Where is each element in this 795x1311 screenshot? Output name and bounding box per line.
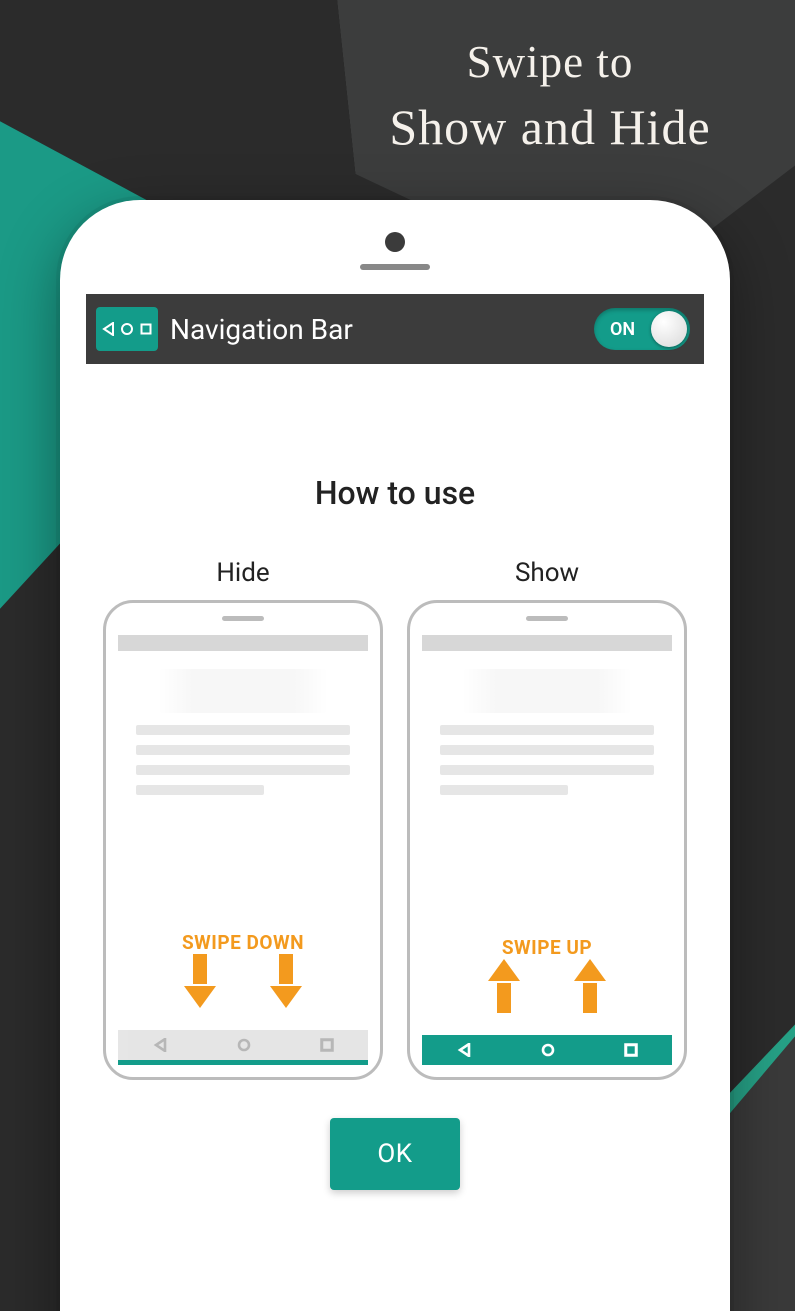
ok-button[interactable]: OK xyxy=(330,1118,460,1190)
swipe-up-label: SWIPE UP xyxy=(422,936,672,959)
app-title: Navigation Bar xyxy=(170,313,594,346)
content: How to use Hide xyxy=(86,364,704,1190)
hero-line-2: Show and Hide xyxy=(330,98,770,156)
camera-icon xyxy=(385,232,405,252)
app-bar: Navigation Bar ON xyxy=(86,294,704,364)
navbar-hidden-icon xyxy=(118,1030,368,1060)
swipe-down-label: SWIPE DOWN xyxy=(118,931,368,954)
arrows-up-icon xyxy=(422,959,672,1013)
column-label: Show xyxy=(407,558,687,588)
phone-mockup: Navigation Bar ON How to use Hide xyxy=(60,200,730,1311)
toggle-label: ON xyxy=(610,319,635,340)
howto-title: How to use xyxy=(96,474,694,512)
column-label: Hide xyxy=(103,558,383,588)
mini-phone-show: SWIPE UP xyxy=(407,600,687,1080)
screen: Navigation Bar ON How to use Hide xyxy=(86,294,704,1311)
toggle-knob-icon xyxy=(651,311,687,347)
howto-column-hide: Hide S xyxy=(103,558,383,1080)
mini-phone-hide: SWIPE DOWN xyxy=(103,600,383,1080)
navbar-shown-icon xyxy=(422,1035,672,1065)
speaker-icon xyxy=(360,264,430,270)
arrows-down-icon xyxy=(118,954,368,1008)
hero-line-1: Swipe to xyxy=(330,36,770,88)
nav-buttons-icon[interactable] xyxy=(96,307,158,351)
howto-column-show: Show S xyxy=(407,558,687,1080)
enable-toggle[interactable]: ON xyxy=(594,308,690,350)
howto-columns: Hide S xyxy=(96,558,694,1080)
hero-text: Swipe to Show and Hide xyxy=(330,36,770,156)
